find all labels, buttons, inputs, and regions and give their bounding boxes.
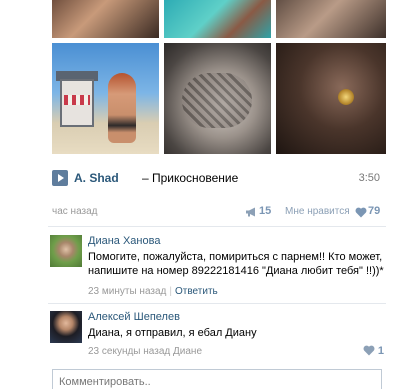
comment-text: Диана, я отправил, я ебал Диану [88, 327, 257, 339]
photo-3[interactable] [276, 0, 386, 38]
comment-text: Помогите, пожалуйста, помириться с парне… [88, 251, 384, 277]
lifeguard-hut-flag [64, 95, 90, 105]
like-count[interactable]: 79 [368, 205, 380, 217]
comment-time[interactable]: 23 секунды назад Диане [88, 346, 202, 357]
comment-author[interactable]: Диана Ханова [88, 235, 160, 247]
comment-time[interactable]: 23 минуты назад [88, 286, 166, 297]
meta-separator: | [169, 286, 172, 297]
megaphone-icon[interactable] [245, 207, 258, 217]
comment-like-count: 1 [377, 345, 384, 357]
photo-1[interactable] [52, 0, 159, 38]
person-figure [108, 73, 136, 143]
heart-icon [363, 345, 375, 356]
play-icon[interactable] [52, 170, 68, 186]
photo-4[interactable] [52, 43, 159, 154]
comment: Диана Ханова Помогите, пожалуйста, помир… [48, 235, 388, 299]
post-time[interactable]: час назад [52, 206, 98, 217]
photo-5[interactable] [164, 43, 271, 154]
comment-author[interactable]: Алексей Шепелев [88, 311, 180, 323]
divider [48, 226, 386, 227]
track-separator: – [142, 171, 149, 185]
photo-2[interactable] [164, 0, 271, 38]
comment-box [52, 369, 382, 389]
track-duration: 3:50 [358, 172, 380, 184]
comment: Алексей Шепелев Диана, я отправил, я еба… [48, 311, 388, 361]
comment-meta: 23 минуты назад | Ответить [88, 286, 218, 297]
reply-link[interactable]: Ответить [175, 286, 218, 297]
track-artist[interactable]: A. Shad [74, 171, 119, 185]
comment-input[interactable] [59, 374, 375, 389]
avatar[interactable] [50, 311, 82, 343]
heart-icon[interactable] [355, 207, 367, 218]
divider [48, 303, 386, 304]
photo-6[interactable] [276, 43, 386, 154]
comment-meta: 23 секунды назад Диане [88, 346, 202, 357]
share-count[interactable]: 15 [259, 205, 271, 217]
post-meta: час назад 15 Мне нравится 79 [52, 205, 386, 220]
avatar[interactable] [50, 235, 82, 267]
comment-like[interactable]: 1 [363, 345, 384, 357]
watch [338, 89, 354, 105]
audio-track: A. Shad – Прикосновение 3:50 [52, 170, 386, 186]
tattoo-pattern [182, 73, 252, 128]
track-title: Прикосновение [152, 171, 239, 185]
like-label[interactable]: Мне нравится [285, 206, 350, 217]
